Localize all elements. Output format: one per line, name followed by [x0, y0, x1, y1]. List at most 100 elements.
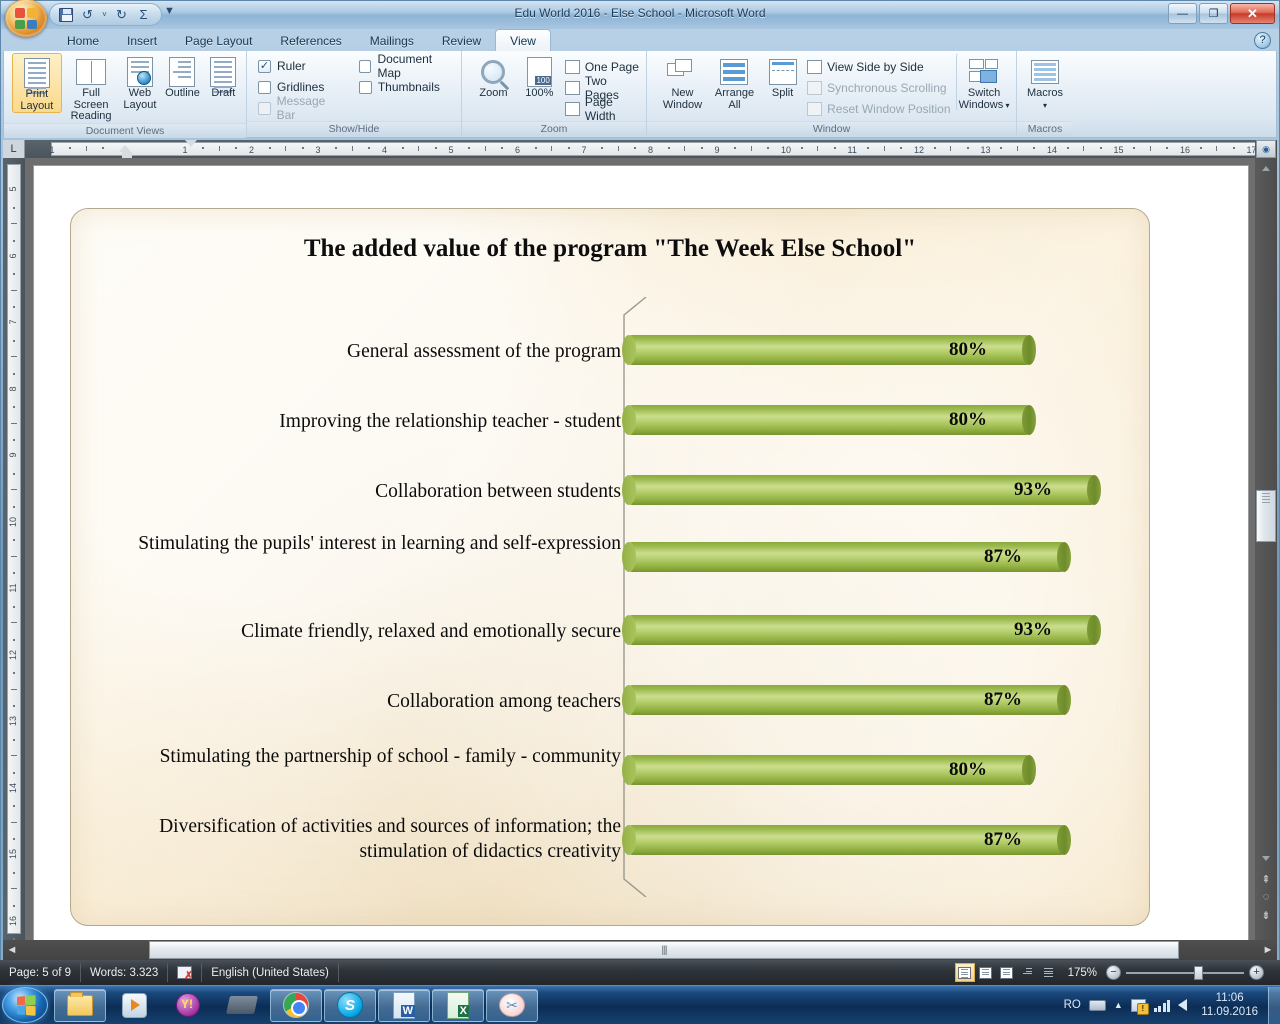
taskbar-yahoo-messenger[interactable]: [162, 989, 214, 1022]
restore-button[interactable]: ❐: [1199, 3, 1228, 24]
scroll-left-button[interactable]: ◄: [3, 941, 21, 959]
horizontal-ruler-track[interactable]: 1 1 2 3 4 5 6 7 8 9 10 11 12 13 14 15 16 17: [25, 140, 1277, 158]
zoom-dialog-button[interactable]: Zoom: [473, 53, 514, 100]
zoom-in-button[interactable]: +: [1249, 965, 1264, 980]
previous-page-button[interactable]: ⇞: [1257, 870, 1275, 888]
document-area[interactable]: The added value of the program "The Week…: [25, 158, 1257, 940]
chart-bar[interactable]: 87%: [622, 542, 1071, 572]
zoom-level-label[interactable]: 175%: [1060, 967, 1105, 979]
tab-insert[interactable]: Insert: [113, 31, 171, 51]
tab-view[interactable]: View: [495, 29, 551, 51]
chart-bar[interactable]: 87%: [622, 825, 1071, 855]
outline-button[interactable]: Outline: [161, 53, 203, 100]
language-indicator-tray[interactable]: RO: [1064, 999, 1081, 1011]
page-indicator[interactable]: Page: 5 of 9: [0, 963, 82, 982]
split-button[interactable]: Split: [762, 53, 803, 100]
horizontal-scrollbar-thumb[interactable]: |||: [149, 941, 1179, 959]
undo-icon[interactable]: ↺: [78, 5, 97, 24]
vertical-scrollbar-thumb[interactable]: [1256, 490, 1276, 542]
chart-bar[interactable]: 80%: [622, 755, 1036, 785]
save-icon[interactable]: [56, 5, 75, 24]
new-window-button[interactable]: New Window: [658, 53, 707, 111]
taskbar-snipping-tool[interactable]: ✂: [486, 988, 538, 1022]
tab-mailings[interactable]: Mailings: [356, 31, 428, 51]
macros-dropdown-icon[interactable]: ▾: [1043, 101, 1047, 110]
full-screen-reading-button[interactable]: Full Screen Reading: [64, 53, 119, 123]
show-desktop-button[interactable]: [1268, 986, 1280, 1024]
checkbox-thumbnails-box[interactable]: [358, 80, 372, 94]
checkbox-thumbnails[interactable]: Thumbnails: [358, 78, 456, 96]
switch-windows-button[interactable]: Switch Windows ▾: [956, 53, 1011, 111]
status-web-layout-button[interactable]: [997, 963, 1017, 982]
next-page-button[interactable]: ⇟: [1257, 906, 1275, 924]
print-layout-button[interactable]: Print Layout: [12, 53, 62, 113]
sigma-icon[interactable]: Σ: [134, 5, 153, 24]
taskbar-google-chrome[interactable]: [270, 988, 322, 1022]
chart-bar[interactable]: 87%: [622, 685, 1071, 715]
zoom-out-button[interactable]: −: [1106, 965, 1121, 980]
status-outline-button[interactable]: [1018, 963, 1038, 982]
status-print-layout-button[interactable]: [954, 963, 975, 982]
web-layout-button[interactable]: Web Layout: [120, 53, 159, 111]
taskbar-windows-media-player[interactable]: [108, 989, 160, 1022]
browse-object-button[interactable]: ◌: [1257, 888, 1275, 906]
tab-stop-selector[interactable]: L: [3, 140, 25, 158]
chart-bar[interactable]: 93%: [622, 615, 1101, 645]
tab-references[interactable]: References: [266, 31, 355, 51]
keyboard-icon[interactable]: [1088, 999, 1106, 1011]
zoom-100-button[interactable]: 100 100%: [520, 53, 559, 100]
tab-review[interactable]: Review: [428, 31, 495, 51]
horizontal-scrollbar[interactable]: ◄ ||| ►: [3, 940, 1277, 960]
select-browse-object-button[interactable]: ◉: [1256, 140, 1276, 158]
document-page[interactable]: The added value of the program "The Week…: [33, 165, 1249, 940]
show-hidden-icons-button[interactable]: ▲: [1114, 1000, 1123, 1010]
horizontal-ruler[interactable]: L 1 1 2 3 4 5 6 7 8 9 10 11 12 13 14 15 16 17: [3, 140, 1277, 158]
view-side-by-side-button[interactable]: View Side by Side: [807, 58, 952, 76]
checkbox-document-map-box[interactable]: [358, 59, 372, 73]
vertical-ruler[interactable]: 5 6 7 8 9 10 11 12 13 14 15 16: [3, 158, 25, 974]
network-warning-icon[interactable]: [1130, 998, 1149, 1015]
vertical-scrollbar[interactable]: ◉ ⇞ ◌ ⇟: [1255, 140, 1277, 940]
tab-home[interactable]: Home: [53, 31, 113, 51]
status-full-screen-reading-button[interactable]: [976, 963, 996, 982]
hanging-indent-marker[interactable]: [119, 145, 131, 152]
clock[interactable]: 11:06 11.09.2016: [1195, 991, 1264, 1019]
scroll-down-button[interactable]: [1256, 850, 1276, 866]
taskbar-microsoft-excel[interactable]: [432, 988, 484, 1022]
start-button[interactable]: [2, 987, 48, 1023]
chevron-down-icon[interactable]: ˅: [100, 10, 109, 19]
chart-bar[interactable]: 93%: [622, 475, 1101, 505]
chart-bar[interactable]: 80%: [622, 335, 1036, 365]
zoom-slider-track[interactable]: [1126, 965, 1244, 980]
scroll-up-button[interactable]: [1256, 160, 1276, 176]
chart-bar[interactable]: 80%: [622, 405, 1036, 435]
language-indicator[interactable]: English (United States): [202, 963, 339, 982]
checkbox-document-map[interactable]: Document Map: [358, 52, 456, 80]
checkbox-gridlines-box[interactable]: [258, 80, 271, 94]
signal-icon[interactable]: [1153, 999, 1171, 1012]
taskbar-windows-explorer[interactable]: [54, 988, 106, 1022]
arrange-all-button[interactable]: Arrange All: [711, 53, 758, 111]
chart-object[interactable]: The added value of the program "The Week…: [70, 208, 1150, 926]
checkbox-ruler[interactable]: Ruler: [258, 57, 345, 75]
volume-icon[interactable]: [1178, 999, 1188, 1011]
checkbox-ruler-box[interactable]: [258, 59, 271, 73]
zoom-slider[interactable]: − +: [1106, 965, 1274, 980]
tab-page-layout[interactable]: Page Layout: [171, 31, 266, 51]
taskbar-microsoft-word[interactable]: [378, 988, 430, 1022]
minimize-button[interactable]: —: [1168, 3, 1197, 24]
redo-icon[interactable]: ↻: [112, 5, 131, 24]
zoom-slider-handle[interactable]: [1194, 965, 1203, 980]
proofing-status[interactable]: [168, 963, 203, 982]
taskbar-scanner[interactable]: [216, 989, 268, 1022]
draft-button[interactable]: Draft: [206, 53, 241, 100]
help-icon[interactable]: ?: [1254, 32, 1271, 49]
macros-button[interactable]: Macros ▾: [1022, 53, 1068, 111]
word-count[interactable]: Words: 3.323: [81, 963, 169, 982]
customize-qat-button[interactable]: ▼: [164, 5, 175, 17]
horizontal-scrollbar-track[interactable]: |||: [21, 941, 1259, 959]
page-width-button[interactable]: Page Width: [564, 95, 641, 123]
taskbar-skype[interactable]: S: [324, 988, 376, 1022]
status-draft-button[interactable]: [1039, 963, 1059, 982]
close-button[interactable]: ✕: [1230, 3, 1275, 24]
